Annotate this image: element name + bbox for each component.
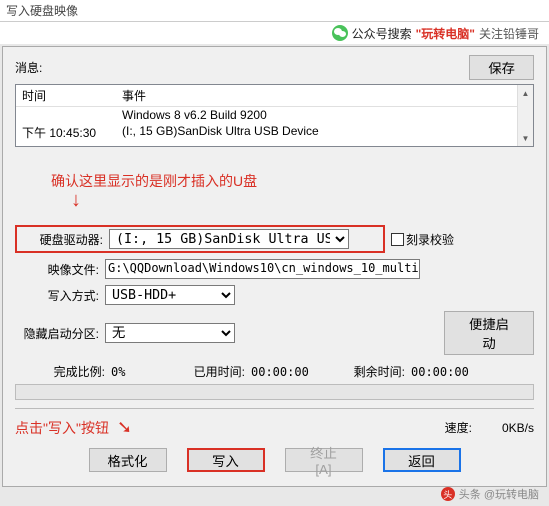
progress-bar — [15, 384, 534, 400]
portable-boot-button[interactable]: 便捷启动 — [444, 311, 534, 355]
col-header-event: 事件 — [116, 85, 533, 106]
hidden-partition-select[interactable]: 无 — [105, 323, 235, 343]
back-button[interactable]: 返回 — [383, 448, 461, 472]
col-header-time: 时间 — [16, 85, 116, 106]
remain-value: 00:00:00 — [405, 365, 469, 379]
row-image: 映像文件: G:\QQDownload\Windows10\cn_windows… — [15, 259, 534, 279]
verify-checkbox-label: 刻录校验 — [406, 231, 454, 248]
verify-checkbox[interactable] — [391, 233, 404, 246]
hidden-label: 隐藏启动分区: — [15, 325, 105, 342]
message-listbox[interactable]: 时间 事件 Windows 8 v6.2 Build 9200 下午 10:45… — [15, 84, 534, 147]
drive-label: 硬盘驱动器: — [19, 231, 109, 248]
divider — [15, 408, 534, 409]
message-label: 消息: — [15, 59, 42, 76]
annotation-confirm-usb: 确认这里显示的是刚才插入的U盘 ↓ — [51, 171, 534, 191]
list-header: 时间 事件 — [16, 85, 533, 107]
arrow-down-icon: ↓ — [71, 189, 81, 212]
abort-button: 终止[A] — [285, 448, 363, 472]
row-hidden: 隐藏启动分区: 无 便捷启动 — [15, 311, 534, 355]
format-button[interactable]: 格式化 — [89, 448, 167, 472]
verify-checkbox-wrap[interactable]: 刻录校验 — [391, 231, 454, 248]
arrow-right-icon: ➘ — [117, 417, 132, 438]
elapsed-value: 00:00:00 — [245, 365, 335, 379]
row-drive: 硬盘驱动器: (I:, 15 GB)SanDisk Ultra USB Devi… — [15, 225, 534, 253]
scroll-up-icon[interactable]: ▲ — [518, 85, 533, 101]
row-progress: 完成比例: 0% 已用时间: 00:00:00 剩余时间: 00:00:00 — [15, 363, 534, 380]
watermark-text: 头条 @玩转电脑 — [459, 486, 539, 502]
top-banner: 公众号搜索 "玩转电脑" 关注铅锤哥 — [0, 22, 549, 44]
cell-event: Windows 8 v6.2 Build 9200 — [116, 107, 533, 123]
percent-value: 0% — [105, 365, 175, 379]
cell-time: 下午 10:45:30 — [16, 123, 116, 142]
banner-brand-text: "玩转电脑" — [416, 25, 475, 42]
image-label: 映像文件: — [15, 261, 105, 278]
titlebar: 写入硬盘映像 — [0, 0, 549, 22]
dialog-body: 消息: 保存 时间 事件 Windows 8 v6.2 Build 9200 下… — [2, 46, 547, 487]
method-label: 写入方式: — [15, 287, 105, 304]
drive-select[interactable]: (I:, 15 GB)SanDisk Ultra USB Device — [109, 229, 349, 249]
list-row: Windows 8 v6.2 Build 9200 — [16, 107, 533, 123]
speed-label: 速度: — [445, 419, 472, 436]
speed-value: 0KB/s — [502, 421, 534, 435]
elapsed-label: 已用时间: — [175, 363, 245, 380]
vertical-scrollbar[interactable]: ▲ ▼ — [517, 85, 533, 146]
window-title: 写入硬盘映像 — [6, 2, 78, 19]
percent-label: 完成比例: — [15, 363, 105, 380]
list-row: 下午 10:45:30 (I:, 15 GB)SanDisk Ultra USB… — [16, 123, 533, 142]
button-row: 格式化 写入 终止[A] 返回 — [15, 448, 534, 472]
annotation-click-write: 点击"写入"按钮 ➘ — [15, 417, 132, 438]
cell-event: (I:, 15 GB)SanDisk Ultra USB Device — [116, 123, 533, 142]
watermark-footer: 头 头条 @玩转电脑 — [441, 486, 539, 502]
banner-search-text: 公众号搜索 — [352, 25, 412, 42]
scroll-down-icon[interactable]: ▼ — [518, 130, 533, 146]
image-path-field[interactable]: G:\QQDownload\Windows10\cn_windows_10_mu… — [105, 259, 420, 279]
banner-follow-text: 关注铅锤哥 — [479, 25, 539, 42]
row-method: 写入方式: USB-HDD+ — [15, 285, 534, 305]
remain-label: 剩余时间: — [335, 363, 405, 380]
write-button[interactable]: 写入 — [187, 448, 265, 472]
save-button[interactable]: 保存 — [469, 55, 534, 80]
wechat-icon — [332, 25, 348, 41]
toutiao-icon: 头 — [441, 487, 455, 501]
write-method-select[interactable]: USB-HDD+ — [105, 285, 235, 305]
